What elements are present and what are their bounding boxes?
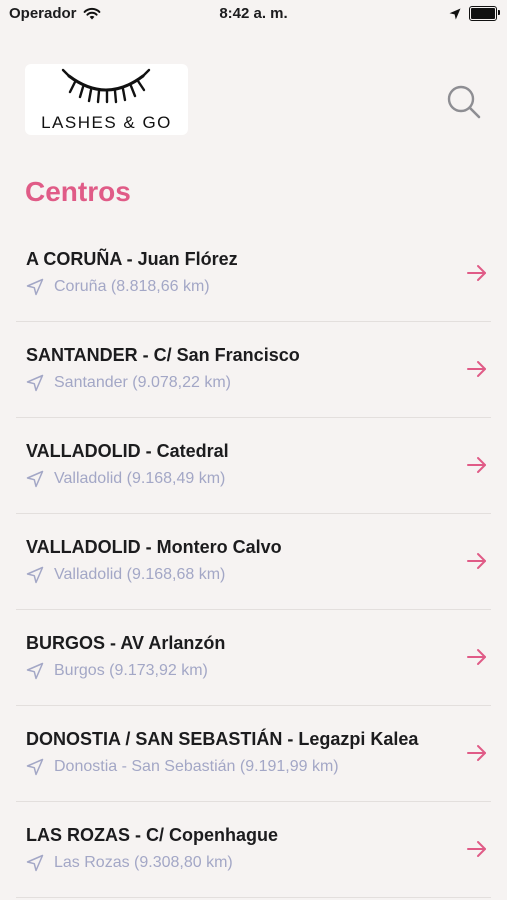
center-name: SANTANDER - C/ San Francisco — [26, 345, 300, 365]
center-distance: Coruña (8.818,66 km) — [54, 278, 210, 295]
navigation-arrow-icon — [26, 566, 44, 584]
arrow-right-icon — [467, 265, 486, 281]
brand-logo: LASHES & GO — [25, 64, 188, 135]
arrow-right-icon — [467, 649, 486, 665]
center-distance: Donostia - San Sebastián (9.191,99 km) — [54, 758, 339, 775]
navigation-arrow-icon — [26, 470, 44, 488]
arrow-right-icon — [467, 361, 486, 377]
arrow-right-icon — [467, 745, 486, 761]
center-distance: Santander (9.078,22 km) — [54, 374, 231, 391]
center-distance: Las Rozas (9.308,80 km) — [54, 854, 233, 871]
center-distance: Burgos (9.173,92 km) — [54, 662, 208, 679]
center-location: Donostia - San Sebastián (9.191,99 km) — [26, 758, 339, 776]
center-location: Coruña (8.818,66 km) — [26, 278, 210, 296]
center-row[interactable]: LAS ROZAS - C/ Copenhague Las Rozas (9.3… — [16, 802, 491, 898]
center-name: BURGOS - AV Arlanzón — [26, 633, 226, 653]
center-location: Las Rozas (9.308,80 km) — [26, 854, 233, 872]
center-distance: Valladolid (9.168,49 km) — [54, 470, 226, 487]
search-icon — [447, 85, 481, 119]
center-name: VALLADOLID - Montero Calvo — [26, 537, 282, 557]
page-title: Centros — [25, 176, 131, 207]
logo-text: LASHES & GO — [41, 113, 172, 132]
search-button[interactable] — [444, 82, 484, 122]
clock: 8:42 a. m. — [219, 5, 288, 22]
location-arrow-icon — [449, 8, 461, 19]
center-name: LAS ROZAS - C/ Copenhague — [26, 825, 278, 845]
center-row[interactable]: VALLADOLID - Catedral Valladolid (9.168,… — [16, 418, 491, 514]
center-location: Santander (9.078,22 km) — [26, 374, 231, 392]
center-row[interactable]: SANTANDER - C/ San Francisco Santander (… — [16, 322, 491, 418]
center-row[interactable]: VALLADOLID - Montero Calvo Valladolid (9… — [16, 514, 491, 610]
eyelash-logo-icon — [61, 68, 151, 104]
navigation-arrow-icon — [26, 374, 44, 392]
center-name: VALLADOLID - Catedral — [26, 441, 229, 461]
center-location: Valladolid (9.168,49 km) — [26, 470, 225, 488]
center-row[interactable]: BURGOS - AV Arlanzón Burgos (9.173,92 km… — [16, 610, 491, 706]
navigation-arrow-icon — [26, 854, 44, 872]
center-name: A CORUÑA - Juan Flórez — [26, 249, 238, 269]
arrow-right-icon — [467, 457, 486, 473]
navigation-arrow-icon — [26, 662, 44, 680]
arrow-right-icon — [467, 841, 486, 857]
center-row[interactable]: DONOSTIA / SAN SEBASTIÁN - Legazpi Kalea… — [16, 706, 491, 802]
battery-icon — [469, 6, 500, 21]
navigation-arrow-icon — [26, 278, 44, 296]
battery-level — [471, 8, 495, 19]
center-location: Valladolid (9.168,68 km) — [26, 566, 225, 584]
center-location: Burgos (9.173,92 km) — [26, 662, 208, 680]
navigation-arrow-icon — [26, 758, 44, 776]
center-distance: Valladolid (9.168,68 km) — [54, 566, 226, 583]
centers-list: A CORUÑA - Juan Flórez Coruña (8.818,66 … — [0, 226, 507, 898]
arrow-right-icon — [467, 553, 486, 569]
center-name: DONOSTIA / SAN SEBASTIÁN - Legazpi Kalea — [26, 729, 419, 749]
status-bar: Operador 8:42 a. m. — [0, 0, 507, 28]
center-row[interactable]: A CORUÑA - Juan Flórez Coruña (8.818,66 … — [16, 226, 491, 322]
